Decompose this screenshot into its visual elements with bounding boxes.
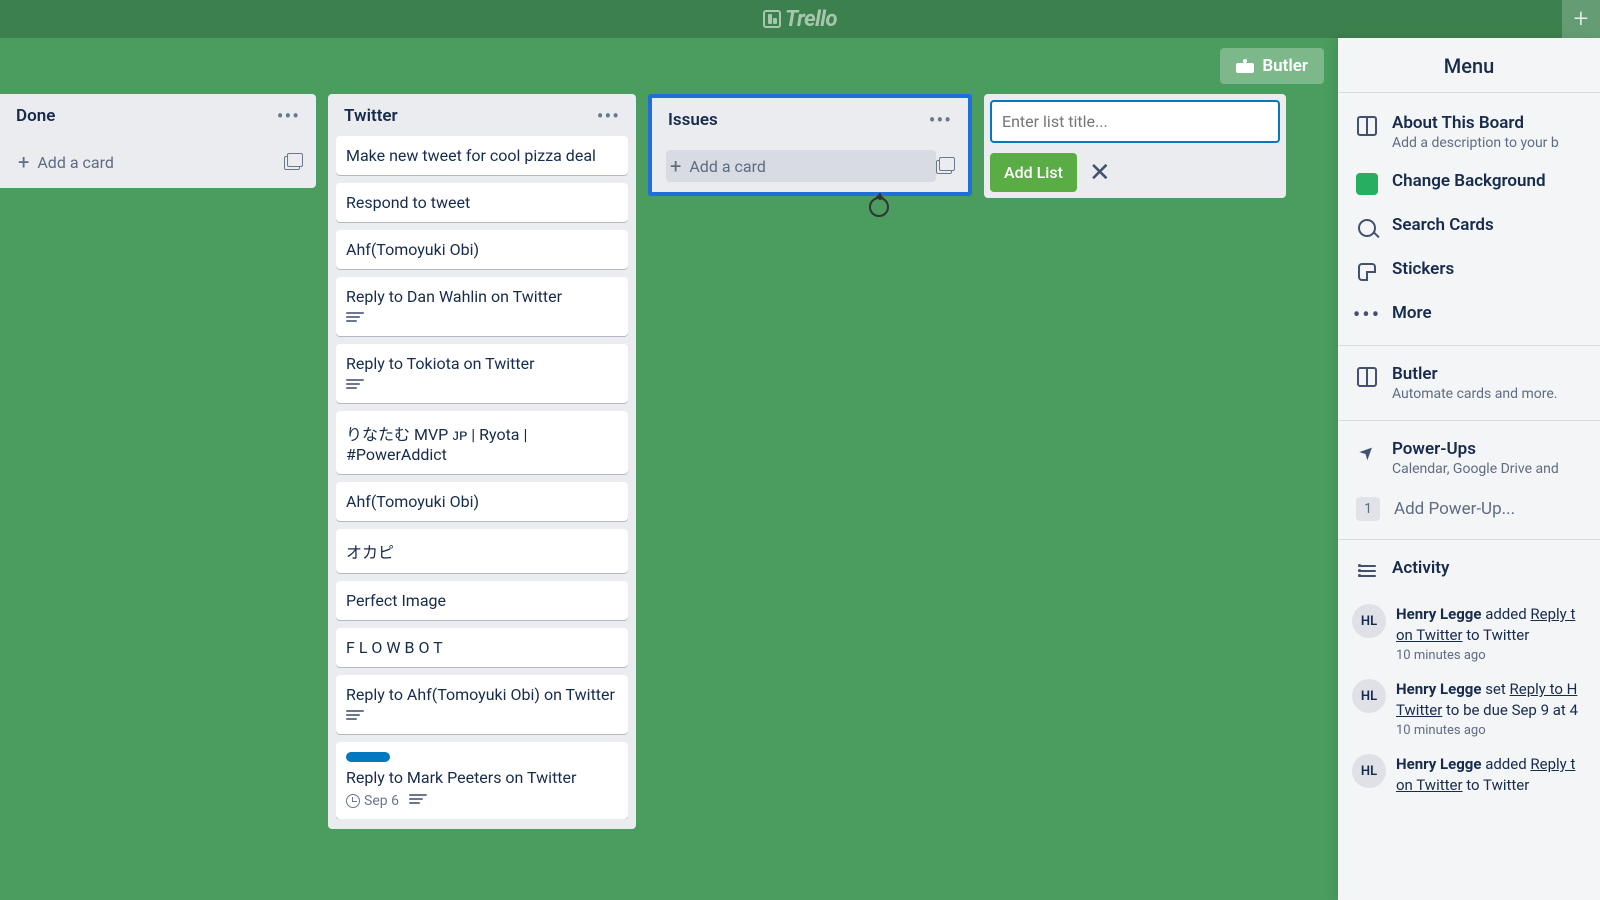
description-icon xyxy=(346,710,364,724)
new-list-title-input[interactable] xyxy=(990,100,1280,143)
menu-activity-header: Activity xyxy=(1338,548,1600,592)
activity-link[interactable]: on Twitter xyxy=(1396,626,1463,644)
menu-butler[interactable]: Butler Automate cards and more. xyxy=(1338,354,1600,412)
trello-logo[interactable]: Trello xyxy=(763,7,837,32)
card[interactable]: Reply to Tokiota on Twitter xyxy=(336,344,628,403)
board-header: Butler xyxy=(0,38,1338,94)
activity-link[interactable]: Reply t xyxy=(1530,755,1575,773)
butler-button[interactable]: Butler xyxy=(1220,48,1324,84)
card[interactable]: Ahf(Tomoyuki Obi) xyxy=(336,482,628,521)
activity-time: 10 minutes ago xyxy=(1396,723,1586,738)
card-title: Reply to Dan Wahlin on Twitter xyxy=(346,287,618,306)
description-icon xyxy=(346,379,364,393)
card-title: F L O W B O T xyxy=(346,638,618,657)
activity-link[interactable]: on Twitter xyxy=(1396,776,1463,794)
sticker-icon xyxy=(1358,263,1376,281)
trello-logo-icon xyxy=(763,10,781,28)
card[interactable]: Make new tweet for cool pizza deal xyxy=(336,136,628,175)
menu-add-power-up[interactable]: 1 Add Power-Up... xyxy=(1338,487,1600,531)
trello-logo-text: Trello xyxy=(785,7,837,32)
card[interactable]: Ahf(Tomoyuki Obi) xyxy=(336,230,628,269)
plus-icon: + xyxy=(670,154,681,178)
card-title: Make new tweet for cool pizza deal xyxy=(346,146,618,165)
card[interactable]: Perfect Image xyxy=(336,581,628,620)
list-title-done[interactable]: Done xyxy=(16,106,55,126)
card-title: オカピ xyxy=(346,539,618,563)
menu-search-cards[interactable]: Search Cards xyxy=(1338,205,1600,249)
card[interactable]: F L O W B O T xyxy=(336,628,628,667)
menu-stickers[interactable]: Stickers xyxy=(1338,249,1600,293)
top-bar: Trello + xyxy=(0,0,1600,38)
activity-time: 10 minutes ago xyxy=(1396,648,1586,663)
card-title: Reply to Tokiota on Twitter xyxy=(346,354,618,373)
list-menu-icon[interactable]: ••• xyxy=(277,106,300,126)
activity-item: HLHenry Legge added Reply t on Twitter t… xyxy=(1338,746,1600,804)
activity-link[interactable]: Reply t xyxy=(1530,605,1575,623)
card-title: Reply to Mark Peeters on Twitter xyxy=(346,768,618,787)
background-swatch-icon xyxy=(1356,173,1378,195)
due-date-badge: Sep 6 xyxy=(346,793,399,809)
list-menu-icon[interactable]: ••• xyxy=(597,106,620,126)
activity-link[interactable]: Reply to H xyxy=(1510,680,1578,698)
add-list-button[interactable]: Add List xyxy=(990,153,1077,192)
menu-more[interactable]: ••• More xyxy=(1338,293,1600,337)
description-icon xyxy=(409,794,427,808)
card-template-icon[interactable] xyxy=(936,158,954,174)
menu-about-board[interactable]: About This Board Add a description to yo… xyxy=(1338,103,1600,161)
create-button[interactable]: + xyxy=(1562,0,1600,38)
board-menu: Menu About This Board Add a description … xyxy=(1338,38,1600,900)
card-template-icon[interactable] xyxy=(284,154,302,170)
card[interactable]: Respond to tweet xyxy=(336,183,628,222)
board-canvas: Done ••• + Add a card Twitter ••• Make n… xyxy=(0,94,1338,829)
card-title: Ahf(Tomoyuki Obi) xyxy=(346,240,618,259)
add-list-composer: Add List ✕ xyxy=(984,94,1286,198)
card-title: Reply to Ahf(Tomoyuki Obi) on Twitter xyxy=(346,685,618,704)
activity-item: HLHenry Legge set Reply to H Twitter to … xyxy=(1338,671,1600,746)
butler-menu-icon xyxy=(1357,367,1377,387)
card[interactable]: りなたむ MVP ᴊᴘ | Ryota | #PowerAddict xyxy=(336,411,628,474)
card[interactable]: Reply to Dan Wahlin on Twitter xyxy=(336,277,628,336)
menu-title: Menu xyxy=(1338,38,1600,93)
card-title: りなたむ MVP ᴊᴘ | Ryota | #PowerAddict xyxy=(346,421,618,464)
add-card-button[interactable]: + Add a card xyxy=(14,146,284,178)
plus-icon: + xyxy=(18,150,29,174)
list-title-issues[interactable]: Issues xyxy=(668,110,718,130)
menu-change-background[interactable]: Change Background xyxy=(1338,161,1600,205)
close-icon[interactable]: ✕ xyxy=(1089,160,1111,186)
search-icon xyxy=(1358,219,1376,237)
clock-icon xyxy=(346,794,360,808)
avatar[interactable]: HL xyxy=(1352,754,1386,788)
card[interactable]: Reply to Ahf(Tomoyuki Obi) on Twitter xyxy=(336,675,628,734)
butler-icon xyxy=(1236,59,1254,73)
list-done: Done ••• + Add a card xyxy=(0,94,316,188)
card-label xyxy=(346,752,390,762)
card-title: Respond to tweet xyxy=(346,193,618,212)
list-twitter: Twitter ••• Make new tweet for cool pizz… xyxy=(328,94,636,829)
list-title-twitter[interactable]: Twitter xyxy=(344,106,398,126)
menu-power-ups[interactable]: ➤ Power-Ups Calendar, Google Drive and xyxy=(1338,429,1600,487)
board-icon xyxy=(1357,116,1377,136)
list-issues: Issues ••• + Add a card xyxy=(656,104,964,186)
power-up-count: 1 xyxy=(1356,497,1380,521)
activity-item: HLHenry Legge added Reply t on Twitter t… xyxy=(1338,596,1600,671)
list-menu-icon[interactable]: ••• xyxy=(929,110,952,130)
activity-link[interactable]: Twitter xyxy=(1396,701,1442,719)
card[interactable]: オカピ xyxy=(336,529,628,573)
avatar[interactable]: HL xyxy=(1352,679,1386,713)
list-issues-highlight: Issues ••• + Add a card xyxy=(648,94,972,196)
card-title: Perfect Image xyxy=(346,591,618,610)
activity-icon xyxy=(1358,565,1376,577)
add-card-button[interactable]: + Add a card xyxy=(666,150,936,182)
avatar[interactable]: HL xyxy=(1352,604,1386,638)
card-title: Ahf(Tomoyuki Obi) xyxy=(346,492,618,511)
rocket-icon: ➤ xyxy=(1351,436,1382,467)
card[interactable]: Reply to Mark Peeters on Twitter Sep 6 xyxy=(336,742,628,819)
description-icon xyxy=(346,312,364,326)
more-icon: ••• xyxy=(1356,305,1378,327)
